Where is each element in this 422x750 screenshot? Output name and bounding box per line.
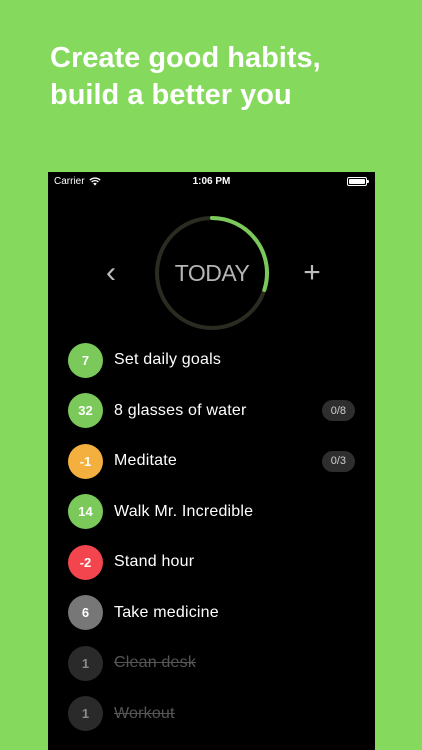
habit-row[interactable]: 32 8 glasses of water 0/8	[48, 386, 375, 437]
habit-count-badge[interactable]: 14	[68, 494, 103, 530]
habit-count-badge[interactable]: -2	[68, 544, 103, 580]
habit-row[interactable]: 1 Workout	[48, 689, 375, 740]
habit-row[interactable]: 6 Take medicine	[48, 588, 375, 639]
habit-name: Clean desk	[114, 654, 197, 672]
habit-name: Stand hour	[114, 553, 195, 571]
add-habit-button[interactable]: +	[292, 256, 332, 292]
today-label: TODAY	[174, 259, 250, 286]
headline-line-2: build a better you	[50, 79, 292, 111]
habit-count-badge[interactable]: 1	[68, 645, 103, 681]
headline: Create good habits, build a better you	[50, 40, 321, 114]
status-time: 1:06 PM	[192, 176, 231, 187]
habit-row[interactable]: -1 Meditate 0/3	[48, 436, 375, 487]
habit-row[interactable]: 1 Clean desk	[48, 638, 375, 689]
habit-name: Take medicine	[114, 603, 219, 621]
habit-count-badge[interactable]: -1	[68, 443, 103, 479]
habit-count-badge[interactable]: 6	[68, 595, 103, 631]
habit-name: Meditate	[114, 452, 177, 470]
habit-progress-pill: 0/8	[321, 400, 355, 422]
habit-count-badge[interactable]: 1	[68, 696, 103, 732]
habit-progress-pill: 0/3	[321, 450, 355, 472]
previous-day-button[interactable]: ‹	[91, 256, 131, 292]
battery-icon	[347, 177, 369, 186]
headline-line-1: Create good habits,	[50, 42, 321, 74]
habit-name: Walk Mr. Incredible	[114, 502, 254, 520]
habit-count-badge[interactable]: 32	[68, 393, 103, 429]
habit-row[interactable]: 14 Walk Mr. Incredible	[48, 487, 375, 538]
phone-screen: Carrier 1:06 PM ‹ TODAY + 7 Set daily goa…	[48, 172, 375, 750]
habit-row[interactable]: 7 Set daily goals	[48, 335, 375, 386]
habit-name: Set daily goals	[114, 351, 222, 369]
habit-name: Workout	[114, 704, 175, 722]
habit-list: 7 Set daily goals 32 8 glasses of water 0/8 -…	[48, 335, 375, 739]
status-bar: Carrier 1:06 PM	[48, 172, 375, 192]
habit-row[interactable]: -2 Stand hour	[48, 537, 375, 588]
habit-count-badge[interactable]: 7	[68, 342, 103, 378]
habit-name: 8 glasses of water	[114, 401, 247, 419]
